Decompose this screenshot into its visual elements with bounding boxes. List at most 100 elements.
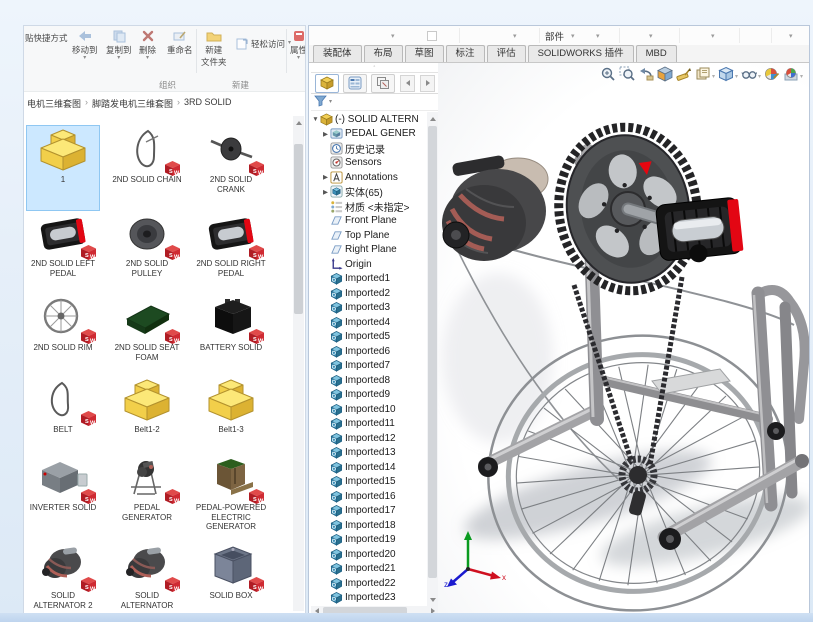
properties-button[interactable]: 属性 ▾ <box>290 27 305 61</box>
tree-filter[interactable]: ▾ <box>311 95 438 111</box>
file-item[interactable]: 1 <box>26 125 100 211</box>
tree-item-Imported3[interactable]: Imported3 <box>311 301 427 316</box>
hide-show-items-button[interactable]: ▾ <box>741 66 761 87</box>
toolbar-dropdown-button[interactable]: ▾ <box>789 32 793 40</box>
tree-item-Imported20[interactable]: Imported20 <box>311 547 427 562</box>
tree-item-Imported14[interactable]: Imported14 <box>311 460 427 475</box>
hud-dropdown-caret[interactable]: ▾ <box>735 73 738 80</box>
command-tab-装配体[interactable]: 装配体 <box>313 45 362 62</box>
tree-item-Imported19[interactable]: Imported19 <box>311 533 427 548</box>
tree-item-Front-Plane[interactable]: Front Plane <box>311 214 427 229</box>
rename-button[interactable]: 重命名 <box>167 27 193 56</box>
tree-item-Imported6[interactable]: Imported6 <box>311 344 427 359</box>
tree-expander-icon[interactable]: ▶ <box>321 173 330 181</box>
apply-scene-button[interactable]: ▾ <box>783 66 803 87</box>
tree-item-Origin[interactable]: Origin <box>311 257 427 272</box>
toolbar-dropdown-button[interactable]: ▾ <box>513 32 517 40</box>
tree-item-Imported16[interactable]: Imported16 <box>311 489 427 504</box>
tree-item-Imported1[interactable]: Imported1 <box>311 272 427 287</box>
command-tab-草图[interactable]: 草图 <box>404 45 444 62</box>
tree-item-Annotations[interactable]: ▶ Annotations <box>311 170 427 185</box>
file-item[interactable]: Belt1-3 <box>195 376 267 454</box>
tree-item--[interactable]: 材质 <未指定> <box>311 199 427 214</box>
graphics-viewport[interactable]: x z ▾ ▾ ▾ ▾ <box>438 63 809 615</box>
command-tab-标注[interactable]: 标注 <box>445 45 485 62</box>
manager-tabs-scroll-right[interactable] <box>420 74 435 92</box>
paste-shortcut-button[interactable]: 贴快捷方式 <box>25 32 68 44</box>
tree-expander-icon[interactable]: ▶ <box>321 130 330 138</box>
new-folder-button[interactable]: 新建 文件夹 <box>201 27 227 68</box>
explorer-scrollbar[interactable] <box>293 116 304 611</box>
file-item[interactable]: S W SOLID ALTERNATOR <box>111 542 183 611</box>
file-item[interactable]: S W BATTERY SOLID <box>195 294 267 376</box>
file-item[interactable]: S W 2ND SOLID CRANK <box>195 126 267 210</box>
tree-item-Top-Plane[interactable]: Top Plane <box>311 228 427 243</box>
tree-item-Imported10[interactable]: Imported10 <box>311 402 427 417</box>
tree-item-(-)-SOLID-ALTERN[interactable]: ▼ (-) SOLID ALTERN <box>311 112 427 127</box>
file-item[interactable]: S W BELT <box>27 376 99 454</box>
toolbar-dropdown-button[interactable]: ▾ <box>596 32 600 40</box>
tree-item-Imported11[interactable]: Imported11 <box>311 417 427 432</box>
breadcrumb-segment[interactable]: 电机三维套图 <box>27 97 81 110</box>
tree-item--(65)[interactable]: ▶ 实体(65) <box>311 185 427 199</box>
hud-dropdown-caret[interactable]: ▾ <box>800 73 803 80</box>
command-tab-布局[interactable]: 布局 <box>363 45 403 62</box>
breadcrumb-segment[interactable]: 脚踏发电机三维套图 <box>92 97 173 110</box>
panel-pull-handle[interactable]: ◦ <box>311 63 438 73</box>
command-tab-MBD[interactable]: MBD <box>635 45 677 62</box>
zoom-to-fit-button[interactable] <box>600 66 616 87</box>
command-tab-SOLIDWORKS 插件[interactable]: SOLIDWORKS 插件 <box>527 45 634 62</box>
viewport-3d-model[interactable]: x z <box>438 63 809 615</box>
tree-item-Imported4[interactable]: Imported4 <box>311 315 427 330</box>
tree-scroll-down[interactable] <box>427 593 438 606</box>
tree-item--[interactable]: 历史记录 <box>311 141 427 156</box>
file-item[interactable]: S W 2ND SOLID LEFT PEDAL <box>27 210 99 294</box>
file-item[interactable]: S W 2ND SOLID SEAT FOAM <box>111 294 183 376</box>
toolbar-dropdown-button[interactable]: ▾ <box>711 32 715 40</box>
tree-item-Imported9[interactable]: Imported9 <box>311 388 427 403</box>
file-item[interactable]: S W PEDAL GENERATOR <box>111 454 183 542</box>
scrollbar-thumb[interactable] <box>294 144 303 314</box>
tree-scroll-up[interactable] <box>427 112 438 125</box>
command-tab-评估[interactable]: 评估 <box>486 45 526 62</box>
display-style-button[interactable]: ▾ <box>718 66 738 87</box>
tree-item-Imported23[interactable]: Imported23 <box>311 591 427 606</box>
hud-dropdown-caret[interactable]: ▾ <box>712 73 715 80</box>
file-item[interactable]: S W 2ND SOLID PULLEY <box>111 210 183 294</box>
breadcrumb-segment[interactable]: 3RD SOLID <box>184 97 232 110</box>
tree-item-Imported17[interactable]: Imported17 <box>311 504 427 519</box>
copy-to-button[interactable]: 复制到 ▾ <box>106 27 132 61</box>
file-item[interactable]: S W INVERTER SOLID <box>27 454 99 542</box>
manager-tabs-scroll-left[interactable] <box>400 74 415 92</box>
file-item[interactable]: S W 2ND SOLID RIM <box>27 294 99 376</box>
toolbar-dropdown-button[interactable]: ▾ <box>571 32 575 40</box>
tree-vertical-scrollbar[interactable] <box>427 112 438 606</box>
file-item[interactable]: Belt1-2 <box>111 376 183 454</box>
easy-access-button[interactable]: 轻松访问 ▾ <box>236 35 291 52</box>
tree-item-Imported22[interactable]: Imported22 <box>311 576 427 591</box>
move-to-button[interactable]: 移动到 ▾ <box>72 27 98 61</box>
tree-item-Imported15[interactable]: Imported15 <box>311 475 427 490</box>
tree-item-Right-Plane[interactable]: Right Plane <box>311 243 427 258</box>
file-item[interactable]: S W SOLID ALTERNATOR 2 <box>27 542 99 611</box>
tab-featuremanager[interactable] <box>315 73 339 93</box>
tree-item-Imported13[interactable]: Imported13 <box>311 446 427 461</box>
tree-item-Sensors[interactable]: Sensors <box>311 156 427 171</box>
tree-item-Imported21[interactable]: Imported21 <box>311 562 427 577</box>
tree-item-Imported12[interactable]: Imported12 <box>311 431 427 446</box>
dynamic-annotation-views-button[interactable] <box>676 66 692 87</box>
tree-expander-icon[interactable]: ▼ <box>311 116 320 123</box>
file-item[interactable]: S W 2ND SOLID RIGHT PEDAL <box>195 210 267 294</box>
file-item[interactable]: S W SOLID BOX <box>195 542 267 611</box>
delete-button[interactable]: 删除 ▾ <box>139 27 156 61</box>
hud-dropdown-caret[interactable]: ▾ <box>758 73 761 80</box>
tree-item-Imported8[interactable]: Imported8 <box>311 373 427 388</box>
tree-item-PEDAL-GENER[interactable]: ▶ PEDAL GENER <box>311 127 427 142</box>
tab-configurationmanager[interactable] <box>371 73 395 93</box>
file-item[interactable]: S W 2ND SOLID CHAIN <box>111 126 183 210</box>
edit-appearance-button[interactable] <box>764 66 780 87</box>
previous-view-button[interactable] <box>638 66 654 87</box>
view-orientation-button[interactable]: ▾ <box>695 66 715 87</box>
tree-expander-icon[interactable]: ▶ <box>321 188 330 196</box>
tree-item-Imported18[interactable]: Imported18 <box>311 518 427 533</box>
